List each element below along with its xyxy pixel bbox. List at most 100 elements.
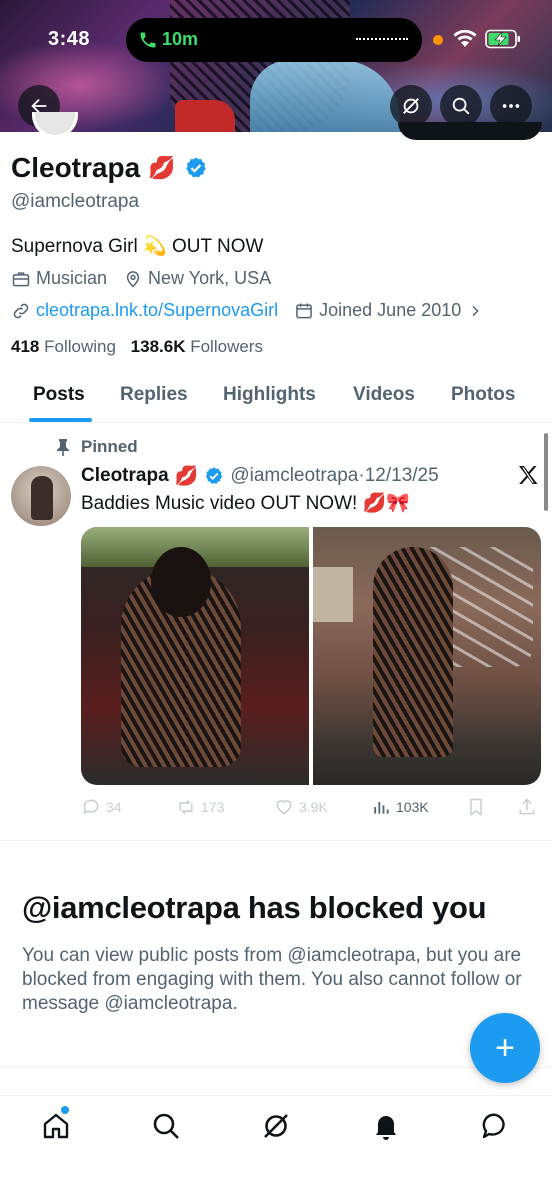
image-sign	[313, 567, 353, 622]
share-icon	[519, 798, 535, 815]
grok-button[interactable]	[390, 85, 432, 127]
repost-icon	[179, 799, 193, 815]
verified-badge-icon	[206, 467, 223, 484]
reply-icon	[83, 799, 99, 815]
blocked-title: @iamcleotrapa has blocked you	[22, 890, 487, 925]
bookmark-icon	[470, 798, 482, 816]
location-pin-icon	[126, 270, 140, 288]
post-image-1[interactable]	[81, 527, 309, 785]
wifi-icon	[453, 29, 477, 47]
views-count: 103K	[396, 799, 429, 815]
following-label: Following	[44, 337, 116, 356]
tab-videos[interactable]: Videos	[353, 384, 415, 406]
profile-link[interactable]: cleotrapa.lnk.to/SupernovaGirl	[11, 300, 278, 321]
follow-counts: 418 Following 138.6K Followers	[11, 337, 263, 357]
repost-count: 173	[201, 799, 225, 815]
search-button[interactable]	[440, 85, 482, 127]
nav-search[interactable]	[150, 1110, 182, 1142]
scroll-indicator[interactable]	[544, 433, 548, 511]
name-emoji: 💋	[148, 155, 176, 180]
x-logo-icon	[519, 466, 538, 484]
image-figure	[373, 547, 453, 757]
nav-notifications[interactable]	[370, 1110, 402, 1142]
home-notification-dot	[61, 1106, 69, 1114]
post-author-avatar[interactable]	[11, 466, 71, 526]
followers-label: Followers	[190, 337, 263, 356]
verified-badge-icon[interactable]	[184, 156, 208, 180]
pin-icon	[57, 439, 69, 456]
image-hair	[151, 547, 211, 617]
profile-handle: @iamcleotrapa	[11, 191, 140, 212]
nav-home[interactable]	[40, 1110, 72, 1142]
analytics-bars-icon	[374, 802, 389, 814]
location-label: New York, USA	[148, 268, 272, 288]
profile-meta-row: Musician New York, USA	[11, 268, 287, 289]
views-button[interactable]: 103K	[371, 797, 429, 817]
audio-waveform	[356, 38, 408, 42]
nav-messages[interactable]	[480, 1110, 512, 1142]
pinned-indicator: Pinned	[56, 437, 138, 457]
divider	[0, 1067, 552, 1068]
tab-posts[interactable]: Posts	[33, 384, 85, 406]
banner-boot	[175, 100, 235, 132]
grok-icon	[264, 1114, 288, 1138]
post-text: Baddies Music video OUT NOW! 💋🎀	[81, 493, 410, 514]
chevron-right-icon	[472, 305, 479, 316]
post-media-grid	[81, 527, 541, 785]
blocked-description: You can view public posts from @iamcleot…	[22, 945, 522, 1014]
post-actions: 34 173 3.9K 103K	[81, 797, 541, 819]
battery-charging-icon	[485, 29, 520, 49]
reply-count: 34	[106, 799, 122, 815]
tab-replies[interactable]: Replies	[120, 384, 188, 406]
profile-bio: Supernova Girl 💫 OUT NOW	[11, 236, 264, 257]
followers-count: 138.6K	[130, 337, 186, 356]
share-button[interactable]	[517, 797, 542, 817]
profile-action-button[interactable]	[398, 122, 542, 140]
profile-category: Musician	[11, 268, 107, 289]
more-options-button[interactable]	[490, 85, 532, 127]
bell-icon	[376, 1116, 396, 1140]
post-header: Cleotrapa 💋 @iamcleotrapa · 12/13/25	[81, 464, 439, 488]
tab-highlights[interactable]: Highlights	[223, 384, 316, 406]
search-icon	[153, 1113, 179, 1139]
pinned-label: Pinned	[81, 437, 138, 456]
post-author-handle[interactable]: @iamcleotrapa	[230, 465, 358, 487]
call-duration: 10m	[162, 29, 199, 49]
status-time: 3:48	[48, 28, 91, 50]
profile-joined[interactable]: Joined June 2010	[294, 300, 488, 321]
nav-grok[interactable]	[260, 1110, 292, 1142]
search-icon	[452, 97, 470, 115]
grok-icon	[403, 98, 419, 114]
like-count: 3.9K	[299, 799, 328, 815]
post-image-2[interactable]	[313, 527, 541, 785]
calendar-icon	[296, 303, 312, 318]
dynamic-island[interactable]: 10m	[126, 18, 422, 62]
more-dots-icon	[502, 104, 520, 108]
tab-photos[interactable]: Photos	[451, 384, 515, 406]
bottom-navigation	[0, 1095, 552, 1199]
compose-plus-icon: +	[495, 1029, 515, 1067]
profile-link-text[interactable]: cleotrapa.lnk.to/SupernovaGirl	[36, 300, 278, 321]
avatar-figure	[31, 476, 53, 520]
post-author-name[interactable]: Cleotrapa	[81, 465, 169, 487]
joined-label: Joined June 2010	[319, 300, 462, 320]
following-count-link[interactable]: 418 Following	[11, 337, 116, 356]
profile-avatar[interactable]	[32, 112, 78, 138]
link-icon	[13, 303, 29, 318]
repost-button[interactable]: 173	[176, 797, 224, 817]
bookmark-button[interactable]	[466, 797, 491, 817]
compose-post-button[interactable]: +	[470, 1013, 540, 1083]
chat-bubble-icon	[482, 1113, 505, 1139]
heart-icon	[276, 800, 292, 815]
profile-meta-row-2: cleotrapa.lnk.to/SupernovaGirl Joined Ju…	[11, 300, 504, 321]
active-tab-indicator	[29, 418, 92, 422]
post-author-emoji: 💋	[174, 466, 199, 487]
profile-tabs: Posts Replies Highlights Videos Photos	[0, 375, 552, 423]
post-date[interactable]: 12/13/25	[365, 465, 439, 487]
followers-count-link[interactable]: 138.6K Followers	[131, 337, 263, 356]
like-button[interactable]: 3.9K	[274, 797, 328, 817]
reply-button[interactable]: 34	[81, 797, 122, 817]
mic-indicator-dot	[433, 35, 443, 45]
phone-call-icon	[140, 32, 156, 48]
briefcase-icon	[12, 271, 30, 286]
